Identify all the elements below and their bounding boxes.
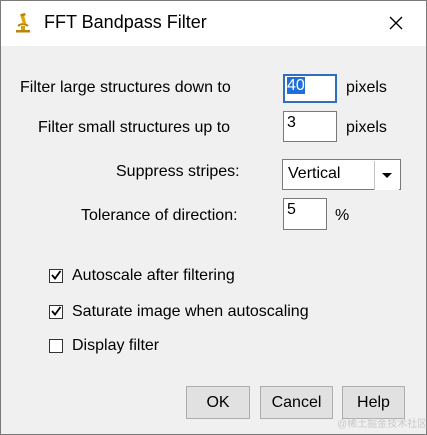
tolerance-unit: %: [335, 207, 350, 224]
microscope-icon: [14, 12, 32, 33]
large-structures-unit: pixels: [346, 79, 387, 96]
window-title: FFT Bandpass Filter: [44, 12, 207, 32]
watermark-text: @稀土掘金技术社区: [337, 419, 427, 430]
small-structures-input[interactable]: 3: [283, 111, 337, 142]
suppress-stripes-value: Vertical: [288, 165, 341, 182]
display-filter-checkbox[interactable]: [49, 339, 63, 353]
cancel-button[interactable]: Cancel: [260, 386, 333, 419]
suppress-stripes-select[interactable]: Vertical: [282, 159, 401, 190]
small-structures-unit: pixels: [346, 119, 387, 136]
saturate-label[interactable]: Saturate image when autoscaling: [72, 303, 309, 321]
autoscale-label[interactable]: Autoscale after filtering: [72, 267, 235, 285]
large-structures-value: 40: [287, 77, 305, 94]
tolerance-label: Tolerance of direction:: [81, 207, 238, 224]
checkmark-icon: [51, 270, 62, 280]
small-structures-value: 3: [287, 114, 296, 131]
close-icon[interactable]: [384, 11, 408, 35]
title-bar[interactable]: FFT Bandpass Filter: [1, 1, 426, 46]
ok-button[interactable]: OK: [186, 386, 250, 419]
saturate-checkbox[interactable]: [49, 305, 63, 319]
dialog-content: Filter large structures down to 40 pixel…: [1, 46, 426, 434]
dialog-window: FFT Bandpass Filter Filter large structu…: [0, 0, 427, 435]
suppress-stripes-label: Suppress stripes:: [116, 163, 240, 180]
checkmark-icon: [51, 306, 62, 316]
tolerance-input[interactable]: 5: [283, 198, 327, 230]
display-filter-label[interactable]: Display filter: [72, 337, 159, 355]
large-structures-label: Filter large structures down to: [20, 79, 231, 96]
autoscale-checkbox[interactable]: [49, 269, 63, 283]
chevron-down-icon[interactable]: [374, 161, 399, 190]
large-structures-input[interactable]: 40: [283, 74, 337, 103]
tolerance-value: 5: [287, 201, 296, 218]
small-structures-label: Filter small structures up to: [38, 119, 231, 136]
